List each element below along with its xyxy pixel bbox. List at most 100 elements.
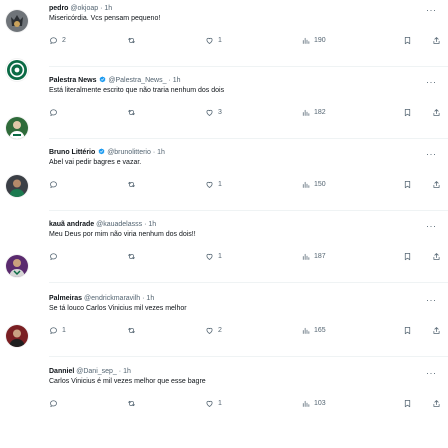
more-options-icon[interactable]: ··· bbox=[426, 296, 437, 305]
like-icon bbox=[205, 108, 214, 117]
tweet-item[interactable]: Bruno Littério @brunolitterio · 1h Abel … bbox=[49, 148, 448, 220]
share-icon bbox=[432, 252, 441, 261]
avatar[interactable] bbox=[6, 117, 28, 139]
author-handle[interactable]: @Dani_sep_ bbox=[76, 368, 117, 375]
avatar[interactable] bbox=[6, 10, 28, 32]
author-name[interactable]: kauã andrade bbox=[49, 221, 94, 228]
tweet-text: Abel vai pedir bagres e vazar. bbox=[49, 159, 142, 166]
author-name[interactable]: Bruno Littério bbox=[49, 149, 95, 156]
reply-button[interactable] bbox=[49, 252, 62, 261]
author-handle[interactable]: @kauadelasss bbox=[96, 221, 142, 228]
timestamp[interactable]: 1h bbox=[173, 77, 181, 84]
avatar[interactable] bbox=[6, 59, 28, 81]
more-options-icon[interactable]: ··· bbox=[426, 222, 437, 231]
share-button[interactable] bbox=[432, 180, 441, 189]
retweet-icon bbox=[127, 36, 136, 45]
views-button[interactable]: 103 bbox=[301, 399, 326, 408]
tweet-item[interactable]: kauã andrade @kauadelasss · 1h Meu Deus … bbox=[49, 220, 448, 292]
author-name[interactable]: Danniel bbox=[49, 368, 74, 375]
divider bbox=[49, 138, 448, 139]
more-options-icon[interactable]: ··· bbox=[426, 6, 437, 15]
author-name[interactable]: Palmeiras bbox=[49, 295, 82, 302]
separator-dot: · bbox=[152, 149, 156, 156]
author-handle[interactable]: @brunolitterio bbox=[107, 149, 151, 156]
like-button[interactable]: 1 bbox=[205, 399, 222, 408]
views-button[interactable]: 190 bbox=[301, 36, 326, 45]
tweet-header: Bruno Littério @brunolitterio · 1h bbox=[49, 148, 165, 157]
reply-button[interactable]: 1 bbox=[49, 326, 66, 335]
bookmark-button[interactable] bbox=[403, 180, 412, 189]
share-button[interactable] bbox=[432, 108, 441, 117]
bookmark-button[interactable] bbox=[403, 108, 412, 117]
tweet-header: pedro @okjoap · 1h bbox=[49, 4, 112, 13]
reply-button[interactable] bbox=[49, 399, 62, 408]
author-name[interactable]: pedro bbox=[49, 5, 68, 12]
views-icon bbox=[301, 180, 310, 189]
avatar[interactable] bbox=[6, 255, 28, 277]
bookmark-button[interactable] bbox=[403, 252, 412, 261]
reply-icon bbox=[49, 180, 58, 189]
author-handle[interactable]: @Palestra_News_ bbox=[108, 77, 166, 84]
separator-dot: · bbox=[100, 5, 103, 12]
avatar[interactable] bbox=[6, 325, 28, 347]
retweet-icon bbox=[127, 399, 136, 408]
like-count: 1 bbox=[218, 253, 222, 260]
retweet-button[interactable] bbox=[127, 108, 140, 117]
timestamp[interactable]: 1h bbox=[148, 221, 156, 228]
timestamp[interactable]: 1h bbox=[104, 5, 112, 12]
like-button[interactable]: 1 bbox=[205, 180, 222, 189]
tweet-item[interactable]: pedro @okjoap · 1h Misericórdia. Vcs pen… bbox=[49, 4, 448, 76]
more-options-icon[interactable]: ··· bbox=[426, 78, 437, 87]
share-button[interactable] bbox=[432, 399, 441, 408]
bookmark-button[interactable] bbox=[403, 399, 412, 408]
retweet-button[interactable] bbox=[127, 326, 140, 335]
retweet-button[interactable] bbox=[127, 399, 140, 408]
reply-count: 1 bbox=[62, 327, 66, 334]
bookmark-button[interactable] bbox=[403, 326, 412, 335]
like-button[interactable]: 1 bbox=[205, 252, 222, 261]
separator-dot: · bbox=[118, 368, 122, 375]
share-button[interactable] bbox=[432, 252, 441, 261]
views-button[interactable]: 165 bbox=[301, 326, 326, 335]
author-handle[interactable]: @okjoap bbox=[70, 5, 98, 12]
reply-button[interactable] bbox=[49, 180, 62, 189]
tweet-text: Meu Deus por mim não viria nenhum dos do… bbox=[49, 231, 196, 238]
retweet-button[interactable] bbox=[127, 36, 140, 45]
tweet-item[interactable]: Danniel @Dani_sep_ · 1h Carlos Vinicius … bbox=[49, 367, 448, 439]
tweet-text: Está literalmente escrito que não traria… bbox=[49, 87, 225, 94]
views-icon bbox=[301, 252, 310, 261]
author-handle[interactable]: @endrickmaravilh bbox=[84, 295, 140, 302]
retweet-button[interactable] bbox=[127, 180, 140, 189]
more-options-icon[interactable]: ··· bbox=[426, 369, 437, 378]
reply-icon bbox=[49, 108, 58, 117]
timestamp[interactable]: 1h bbox=[123, 368, 131, 375]
divider bbox=[49, 210, 448, 211]
views-button[interactable]: 150 bbox=[301, 180, 326, 189]
like-button[interactable]: 2 bbox=[205, 326, 222, 335]
share-button[interactable] bbox=[432, 326, 441, 335]
like-button[interactable]: 1 bbox=[205, 36, 222, 45]
views-button[interactable]: 182 bbox=[301, 108, 326, 117]
timestamp[interactable]: 1h bbox=[146, 295, 154, 302]
tweet-header: Palestra News @Palestra_News_ · 1h bbox=[49, 76, 181, 85]
retweet-icon bbox=[127, 180, 136, 189]
bookmark-icon bbox=[403, 326, 412, 335]
bookmark-button[interactable] bbox=[403, 36, 412, 45]
reply-button[interactable] bbox=[49, 108, 62, 117]
more-options-icon[interactable]: ··· bbox=[426, 150, 437, 159]
tweet-item[interactable]: Palmeiras @endrickmaravilh · 1h Se tá lo… bbox=[49, 294, 448, 366]
like-icon bbox=[205, 180, 214, 189]
avatar[interactable] bbox=[6, 175, 28, 197]
timestamp[interactable]: 1h bbox=[157, 149, 165, 156]
share-button[interactable] bbox=[432, 36, 441, 45]
divider bbox=[49, 66, 448, 67]
reply-button[interactable]: 2 bbox=[49, 36, 66, 45]
views-button[interactable]: 187 bbox=[301, 252, 326, 261]
author-name[interactable]: Palestra News bbox=[49, 77, 96, 84]
like-icon bbox=[205, 399, 214, 408]
like-button[interactable]: 3 bbox=[205, 108, 222, 117]
retweet-button[interactable] bbox=[127, 252, 140, 261]
tweet-item[interactable]: Palestra News @Palestra_News_ · 1h Está … bbox=[49, 76, 448, 148]
views-count: 190 bbox=[314, 37, 326, 44]
views-icon bbox=[301, 36, 310, 45]
